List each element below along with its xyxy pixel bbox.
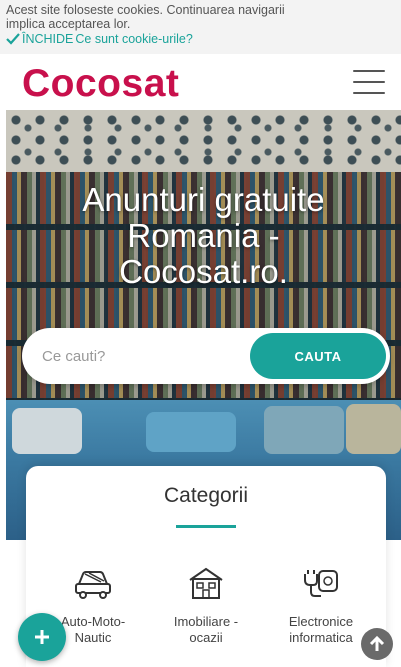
pillow xyxy=(346,404,401,454)
hero-title-line2: Romania - xyxy=(127,217,280,254)
search-input[interactable] xyxy=(42,328,262,384)
cookie-message-line2: implica acceptarea lor. xyxy=(6,17,131,31)
hero-title-line1: Anunturi gratuite xyxy=(82,181,325,218)
menu-line xyxy=(353,81,385,83)
plus-icon xyxy=(35,630,49,644)
category-label-line2: ocazii xyxy=(189,630,223,645)
car-icon xyxy=(75,571,111,599)
pillow xyxy=(264,406,344,454)
check-icon xyxy=(6,33,20,45)
category-label: Electronice informatica xyxy=(266,614,376,646)
category-label-line1: Electronice xyxy=(288,614,354,629)
house-icon xyxy=(189,567,223,599)
hero-title-line3: Cocosat.ro. xyxy=(119,253,288,290)
hamburger-menu-icon[interactable] xyxy=(353,70,385,94)
category-label-line2: informatica xyxy=(289,630,353,645)
menu-line xyxy=(353,70,385,72)
cookie-info-link[interactable]: Ce sunt cookie-urile? xyxy=(75,32,192,46)
arrow-up-icon xyxy=(369,635,385,651)
cookie-close-button[interactable]: ÎNCHIDE xyxy=(22,32,73,46)
pillow xyxy=(146,412,236,452)
scroll-to-top-button[interactable] xyxy=(361,628,393,660)
cookie-message-line1: Acest site foloseste cookies. Continuare… xyxy=(6,3,285,17)
hero-title: Anunturi gratuite Romania - Cocosat.ro. xyxy=(6,182,401,290)
add-listing-button[interactable] xyxy=(18,613,66,661)
categories-title-underline xyxy=(176,525,236,528)
categories-title: Categorii xyxy=(163,484,249,507)
hero-ceiling-pattern xyxy=(6,110,401,172)
site-logo[interactable]: Cocosat xyxy=(22,62,179,106)
category-imobiliare-ocazii[interactable]: Imobiliare - ocazii xyxy=(151,566,261,646)
site-header: Cocosat xyxy=(0,54,401,110)
category-electronice-informatica[interactable]: Electronice informatica xyxy=(266,566,376,646)
cookie-notice-bar: Acest site foloseste cookies. Continuare… xyxy=(0,0,401,54)
category-label-line1: Imobiliare - xyxy=(173,614,239,629)
search-bar: CAUTA xyxy=(22,328,390,384)
menu-line xyxy=(353,92,385,94)
cookie-actions: ÎNCHIDE Ce sunt cookie-urile? xyxy=(6,32,395,46)
pillow xyxy=(12,408,82,454)
category-label: Imobiliare - ocazii xyxy=(151,614,261,646)
plug-socket-icon xyxy=(304,570,338,597)
categories-card: Categorii Auto-Moto- Nautic Imobiliare -… xyxy=(26,466,386,667)
search-button[interactable]: CAUTA xyxy=(250,333,386,379)
